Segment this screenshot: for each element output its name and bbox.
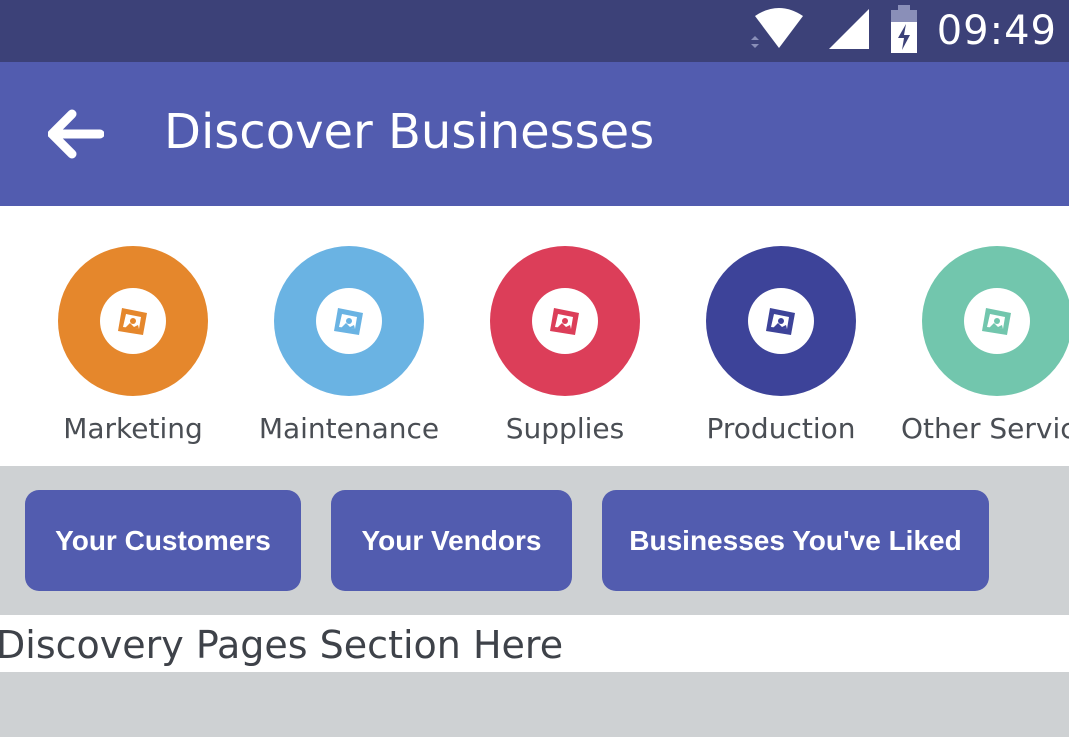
your-customers-button[interactable]: Your Customers — [25, 490, 301, 591]
category-icon-badge — [316, 288, 382, 354]
category-icon-badge — [964, 288, 1030, 354]
clock: 09:49 — [936, 8, 1057, 54]
filter-bar: Your Customers Your Vendors Businesses Y… — [0, 466, 1069, 615]
category-icon-badge — [748, 288, 814, 354]
battery-charging-icon — [889, 4, 919, 58]
category-icon-badge — [100, 288, 166, 354]
category-circle — [706, 246, 856, 396]
discovery-heading: Discovery Pages Section Here — [0, 623, 564, 667]
category-label: Maintenance — [258, 412, 440, 445]
category-circle — [274, 246, 424, 396]
wifi-icon — [749, 6, 809, 57]
category-marketing[interactable]: Marketing — [25, 246, 241, 445]
category-row: Marketing Maintenance Supplies Productio… — [0, 206, 1069, 466]
category-supplies[interactable]: Supplies — [457, 246, 673, 445]
image-icon — [334, 308, 363, 335]
status-bar: 09:49 — [0, 0, 1069, 62]
cell-signal-icon — [827, 7, 871, 56]
category-label: Production — [706, 412, 856, 445]
category-icon-badge — [532, 288, 598, 354]
image-icon — [550, 308, 579, 335]
category-other-services[interactable]: Other Services — [889, 246, 1069, 445]
category-circle — [490, 246, 640, 396]
status-icons: 09:49 — [749, 0, 1057, 62]
businesses-liked-button[interactable]: Businesses You've Liked — [602, 490, 989, 591]
category-production[interactable]: Production — [673, 246, 889, 445]
your-vendors-button[interactable]: Your Vendors — [331, 490, 572, 591]
app-bar: Discover Businesses — [0, 62, 1069, 206]
back-button[interactable] — [47, 106, 112, 162]
category-circle — [922, 246, 1069, 396]
image-icon — [766, 308, 795, 335]
image-icon — [118, 308, 147, 335]
category-maintenance[interactable]: Maintenance — [241, 246, 457, 445]
category-circle — [58, 246, 208, 396]
category-label: Other Services — [901, 412, 1069, 445]
category-label: Marketing — [63, 412, 203, 445]
category-label: Supplies — [505, 412, 625, 445]
page-title: Discover Businesses — [164, 104, 655, 160]
discovery-section: Discovery Pages Section Here — [0, 615, 1069, 672]
arrow-left-icon — [47, 109, 105, 166]
image-icon — [982, 308, 1011, 335]
